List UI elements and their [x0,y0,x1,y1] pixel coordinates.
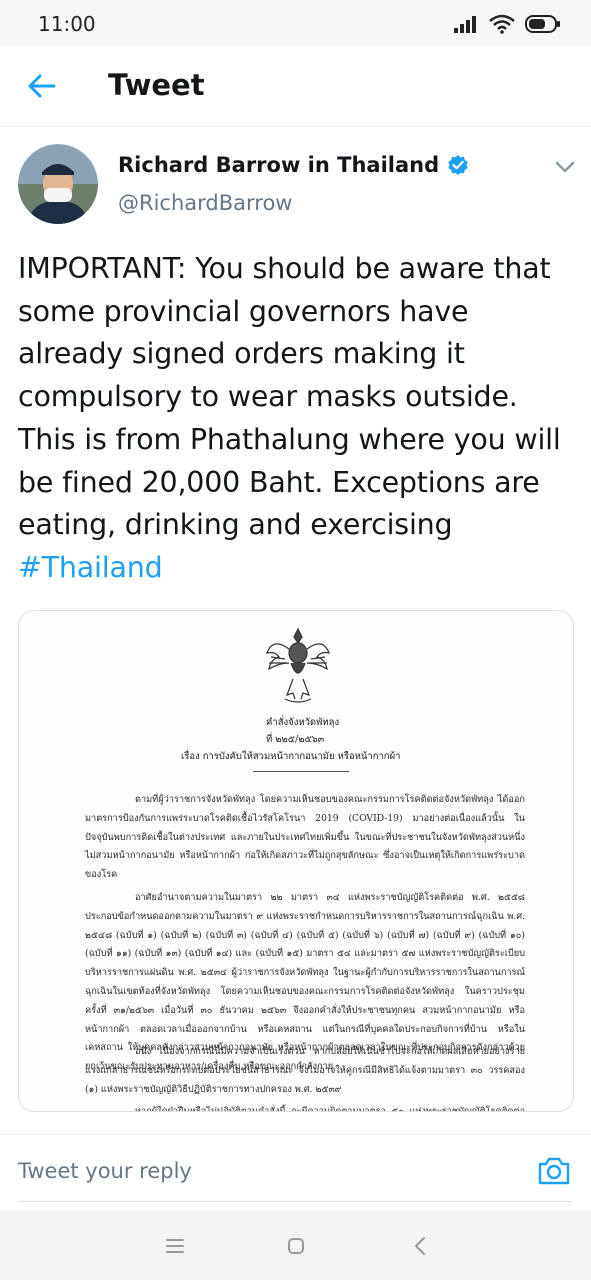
tweet-text: IMPORTANT: You should be aware that some… [18,248,578,590]
status-time: 11:00 [38,12,96,36]
home-square-icon [288,1238,304,1254]
reply-bar: Tweet your reply [0,1134,591,1209]
author-name[interactable]: Richard Barrow in Thailand [118,153,469,177]
hashtag-link[interactable]: #Thailand [18,551,163,584]
status-icons [453,12,561,36]
doc-number: ที่ ๒๒๕/๒๕๖๓ [266,734,325,745]
recents-button[interactable] [161,1232,189,1260]
back-button[interactable] [20,66,64,106]
system-back-button[interactable] [406,1232,434,1260]
avatar[interactable] [18,144,98,224]
avatar-image [18,144,98,224]
back-arrow-icon [28,74,56,98]
camera-button[interactable] [536,1153,572,1189]
wifi-icon [489,14,515,34]
doc-title: คำสั่งจังหวัดพัทลุง [266,717,340,728]
tweet-body: IMPORTANT: You should be aware that some… [18,252,561,542]
doc-subject: เรื่อง การบังคับให้สวมหน้ากากอนามัย หรือ… [181,751,401,762]
system-nav-bar [0,1210,591,1280]
doc-paragraph-3: อนึ่ง เนื่องจากกรณีนี้มีความจำเป็นเร่งด่… [85,1046,525,1095]
verified-badge-icon [448,155,468,175]
author-handle: @RichardBarrow [118,191,293,215]
tweet-menu-button[interactable] [552,154,578,180]
camera-icon [538,1157,570,1185]
reply-underline [18,1201,572,1202]
signal-icon [454,16,476,33]
page-title: Tweet [108,68,205,102]
author-name-label: Richard Barrow in Thailand [118,153,440,177]
back-chevron-icon [415,1237,425,1255]
battery-icon [525,15,560,33]
garuda-emblem-icon [266,627,330,703]
document-image: คำสั่งจังหวัดพัทลุง ที่ ๒๒๕/๒๕๖๓ เรื่อง … [19,611,573,1111]
doc-paragraph-4: หากผู้ใดฝ่าฝืนหรือไม่ปฏิบัติตามคำสั่งนี้… [135,1106,525,1112]
menu-icon [166,1239,184,1253]
doc-divider [253,771,349,772]
tweet-media-image[interactable]: คำสั่งจังหวัดพัทลุง ที่ ๒๒๕/๒๕๖๓ เรื่อง … [18,610,574,1112]
chevron-down-icon [555,161,575,173]
doc-paragraph-1: ตามที่ผู้ว่าราชการจังหวัดพัทลุง โดยความเ… [85,794,525,881]
header: Tweet [0,46,591,127]
status-bar: 11:00 [0,0,591,46]
reply-input[interactable]: Tweet your reply [18,1159,192,1183]
home-button[interactable] [282,1232,310,1260]
